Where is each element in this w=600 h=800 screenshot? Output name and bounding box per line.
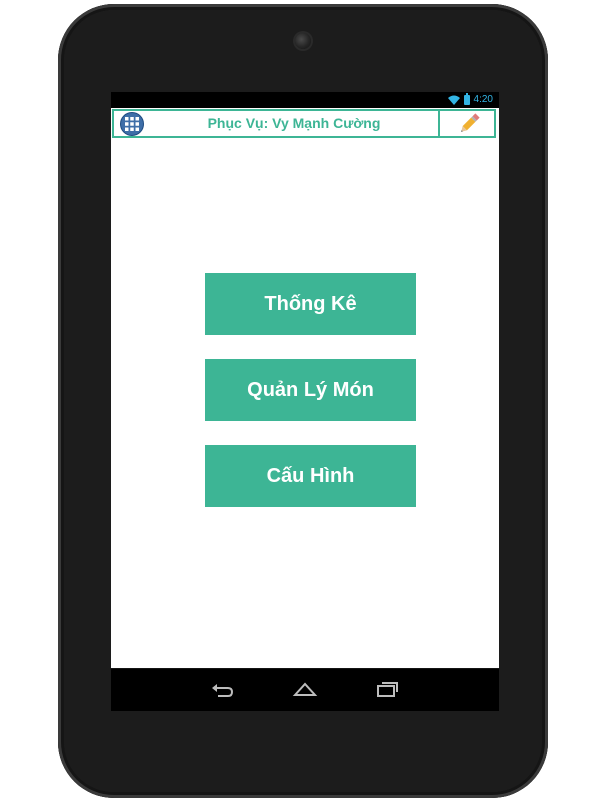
device-screen: 4:20 Phục Vụ: Vy Mạnh Cường Thống Kê Quả…: [111, 92, 499, 711]
header-divider: [438, 111, 440, 136]
pencil-icon: [461, 112, 480, 132]
status-icons: 4:20: [447, 92, 493, 105]
menu-button[interactable]: [120, 112, 144, 136]
app-content: Phục Vụ: Vy Mạnh Cường Thống Kê Quản Lý …: [111, 108, 499, 668]
nav-home-button[interactable]: [291, 678, 319, 700]
back-icon: [212, 684, 234, 697]
status-time: 4:20: [473, 94, 493, 105]
system-nav-bar: [111, 668, 499, 711]
nav-back-button[interactable]: [209, 678, 237, 700]
manage-dishes-button[interactable]: Quản Lý Món: [205, 359, 416, 421]
wifi-icon: [447, 95, 460, 105]
home-icon: [292, 682, 318, 696]
app-header: Phục Vụ: Vy Mạnh Cường: [112, 109, 496, 138]
edit-button[interactable]: [447, 111, 491, 136]
settings-button[interactable]: Cấu Hình: [205, 445, 416, 507]
battery-icon: [463, 92, 470, 105]
status-bar: 4:20: [111, 92, 499, 108]
nav-recent-button[interactable]: [373, 678, 401, 700]
grid-icon: [125, 117, 139, 131]
page-title: Phục Vụ: Vy Mạnh Cường: [207, 115, 381, 131]
front-camera: [295, 33, 311, 49]
statistics-button[interactable]: Thống Kê: [205, 273, 416, 335]
recent-apps-icon: [377, 682, 398, 697]
